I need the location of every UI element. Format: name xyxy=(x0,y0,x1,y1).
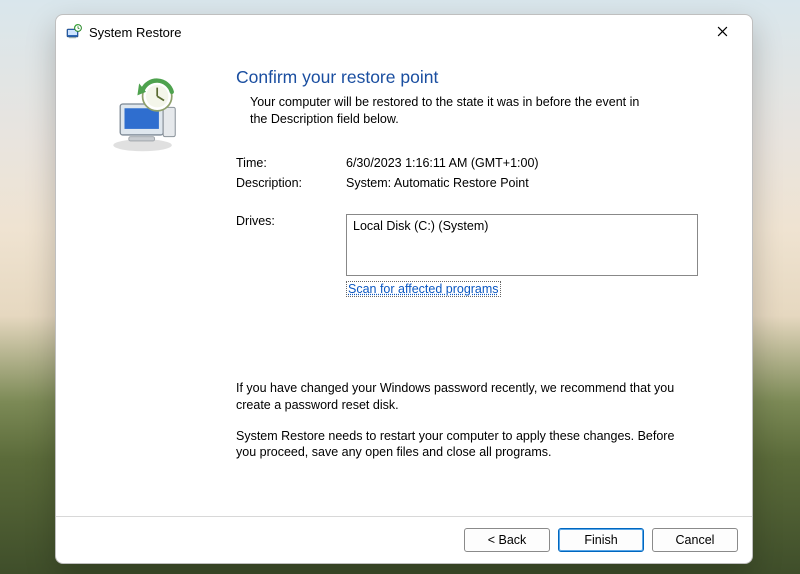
scan-affected-programs-link[interactable]: Scan for affected programs xyxy=(346,281,501,297)
footer: < Back Finish Cancel xyxy=(56,516,752,563)
description-row: Description: System: Automatic Restore P… xyxy=(236,176,724,190)
titlebar: System Restore xyxy=(56,15,752,49)
finish-button[interactable]: Finish xyxy=(558,528,644,552)
system-restore-window: System Restore xyxy=(55,14,753,564)
description-label: Description: xyxy=(236,176,346,190)
sidebar xyxy=(56,49,236,516)
back-button[interactable]: < Back xyxy=(464,528,550,552)
description-value: System: Automatic Restore Point xyxy=(346,176,724,190)
page-subheading: Your computer will be restored to the st… xyxy=(250,94,660,128)
content-area: Confirm your restore point Your computer… xyxy=(236,49,728,516)
window-body: Confirm your restore point Your computer… xyxy=(56,49,752,516)
time-label: Time: xyxy=(236,156,346,170)
window-title: System Restore xyxy=(89,25,181,40)
drives-listbox[interactable]: Local Disk (C:) (System) xyxy=(346,214,698,276)
restart-warning-note: System Restore needs to restart your com… xyxy=(236,428,696,462)
drives-list-item[interactable]: Local Disk (C:) (System) xyxy=(353,219,691,233)
cancel-button[interactable]: Cancel xyxy=(652,528,738,552)
drives-row: Drives: Local Disk (C:) (System) xyxy=(236,214,724,276)
time-value: 6/30/2023 1:16:11 AM (GMT+1:00) xyxy=(346,156,724,170)
restore-illustration-icon xyxy=(103,73,189,162)
time-row: Time: 6/30/2023 1:16:11 AM (GMT+1:00) xyxy=(236,156,724,170)
password-reset-note: If you have changed your Windows passwor… xyxy=(236,380,696,414)
page-heading: Confirm your restore point xyxy=(236,67,724,88)
close-icon xyxy=(717,25,728,40)
close-button[interactable] xyxy=(700,18,744,46)
system-restore-icon xyxy=(66,24,82,40)
drives-label: Drives: xyxy=(236,214,346,276)
